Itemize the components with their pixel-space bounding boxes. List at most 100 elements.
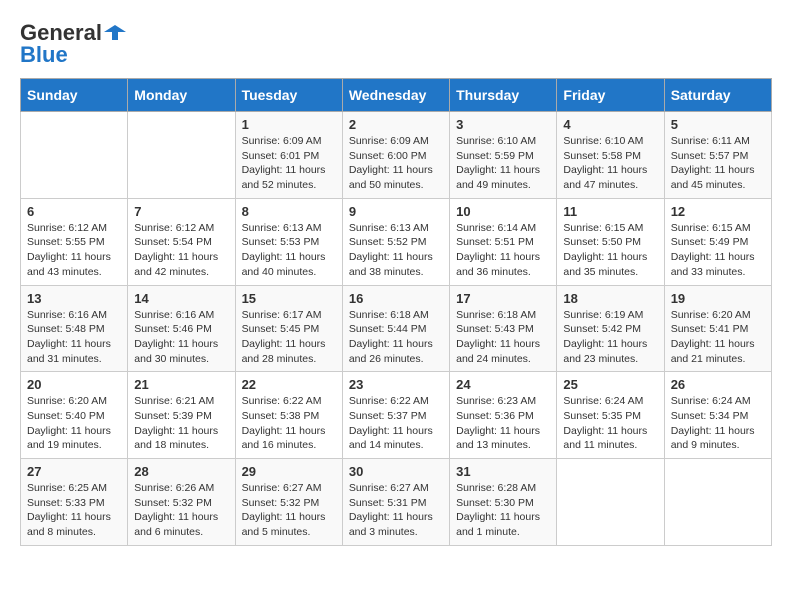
day-info: Sunrise: 6:17 AM Sunset: 5:45 PM Dayligh…: [242, 308, 336, 367]
calendar-cell: 14 Sunrise: 6:16 AM Sunset: 5:46 PM Dayl…: [128, 285, 235, 372]
day-info: Sunrise: 6:13 AM Sunset: 5:53 PM Dayligh…: [242, 221, 336, 280]
calendar-cell: 24 Sunrise: 6:23 AM Sunset: 5:36 PM Dayl…: [450, 372, 557, 459]
day-info: Sunrise: 6:22 AM Sunset: 5:38 PM Dayligh…: [242, 394, 336, 453]
logo: General Blue: [20, 20, 126, 68]
week-row-3: 13 Sunrise: 6:16 AM Sunset: 5:48 PM Dayl…: [21, 285, 772, 372]
day-number: 22: [242, 377, 336, 392]
calendar-cell: 28 Sunrise: 6:26 AM Sunset: 5:32 PM Dayl…: [128, 459, 235, 546]
calendar-cell: 7 Sunrise: 6:12 AM Sunset: 5:54 PM Dayli…: [128, 198, 235, 285]
calendar-cell: 2 Sunrise: 6:09 AM Sunset: 6:00 PM Dayli…: [342, 112, 449, 199]
calendar-cell: 25 Sunrise: 6:24 AM Sunset: 5:35 PM Dayl…: [557, 372, 664, 459]
col-header-friday: Friday: [557, 79, 664, 112]
calendar-cell: 30 Sunrise: 6:27 AM Sunset: 5:31 PM Dayl…: [342, 459, 449, 546]
day-info: Sunrise: 6:18 AM Sunset: 5:43 PM Dayligh…: [456, 308, 550, 367]
calendar-cell: 19 Sunrise: 6:20 AM Sunset: 5:41 PM Dayl…: [664, 285, 771, 372]
day-info: Sunrise: 6:10 AM Sunset: 5:58 PM Dayligh…: [563, 134, 657, 193]
day-number: 5: [671, 117, 765, 132]
calendar-cell: 20 Sunrise: 6:20 AM Sunset: 5:40 PM Dayl…: [21, 372, 128, 459]
day-number: 10: [456, 204, 550, 219]
day-info: Sunrise: 6:27 AM Sunset: 5:32 PM Dayligh…: [242, 481, 336, 540]
day-info: Sunrise: 6:24 AM Sunset: 5:35 PM Dayligh…: [563, 394, 657, 453]
calendar-cell: [557, 459, 664, 546]
calendar-cell: 4 Sunrise: 6:10 AM Sunset: 5:58 PM Dayli…: [557, 112, 664, 199]
day-info: Sunrise: 6:16 AM Sunset: 5:46 PM Dayligh…: [134, 308, 228, 367]
day-info: Sunrise: 6:22 AM Sunset: 5:37 PM Dayligh…: [349, 394, 443, 453]
day-number: 2: [349, 117, 443, 132]
calendar-cell: 27 Sunrise: 6:25 AM Sunset: 5:33 PM Dayl…: [21, 459, 128, 546]
day-number: 11: [563, 204, 657, 219]
calendar-cell: [128, 112, 235, 199]
col-header-tuesday: Tuesday: [235, 79, 342, 112]
day-number: 6: [27, 204, 121, 219]
calendar-cell: 13 Sunrise: 6:16 AM Sunset: 5:48 PM Dayl…: [21, 285, 128, 372]
day-number: 30: [349, 464, 443, 479]
day-number: 29: [242, 464, 336, 479]
day-number: 26: [671, 377, 765, 392]
day-info: Sunrise: 6:12 AM Sunset: 5:54 PM Dayligh…: [134, 221, 228, 280]
day-number: 19: [671, 291, 765, 306]
day-info: Sunrise: 6:25 AM Sunset: 5:33 PM Dayligh…: [27, 481, 121, 540]
calendar-cell: 8 Sunrise: 6:13 AM Sunset: 5:53 PM Dayli…: [235, 198, 342, 285]
calendar-cell: 5 Sunrise: 6:11 AM Sunset: 5:57 PM Dayli…: [664, 112, 771, 199]
week-row-1: 1 Sunrise: 6:09 AM Sunset: 6:01 PM Dayli…: [21, 112, 772, 199]
col-header-sunday: Sunday: [21, 79, 128, 112]
week-row-4: 20 Sunrise: 6:20 AM Sunset: 5:40 PM Dayl…: [21, 372, 772, 459]
calendar-cell: 11 Sunrise: 6:15 AM Sunset: 5:50 PM Dayl…: [557, 198, 664, 285]
day-number: 9: [349, 204, 443, 219]
calendar-cell: 12 Sunrise: 6:15 AM Sunset: 5:49 PM Dayl…: [664, 198, 771, 285]
day-number: 21: [134, 377, 228, 392]
day-number: 8: [242, 204, 336, 219]
calendar-cell: [21, 112, 128, 199]
day-number: 1: [242, 117, 336, 132]
calendar-cell: 15 Sunrise: 6:17 AM Sunset: 5:45 PM Dayl…: [235, 285, 342, 372]
calendar-cell: 1 Sunrise: 6:09 AM Sunset: 6:01 PM Dayli…: [235, 112, 342, 199]
calendar-table: SundayMondayTuesdayWednesdayThursdayFrid…: [20, 78, 772, 546]
page-header: General Blue: [20, 20, 772, 68]
calendar-cell: 16 Sunrise: 6:18 AM Sunset: 5:44 PM Dayl…: [342, 285, 449, 372]
day-number: 17: [456, 291, 550, 306]
day-number: 25: [563, 377, 657, 392]
day-info: Sunrise: 6:11 AM Sunset: 5:57 PM Dayligh…: [671, 134, 765, 193]
day-info: Sunrise: 6:10 AM Sunset: 5:59 PM Dayligh…: [456, 134, 550, 193]
calendar-cell: 26 Sunrise: 6:24 AM Sunset: 5:34 PM Dayl…: [664, 372, 771, 459]
day-info: Sunrise: 6:23 AM Sunset: 5:36 PM Dayligh…: [456, 394, 550, 453]
day-info: Sunrise: 6:14 AM Sunset: 5:51 PM Dayligh…: [456, 221, 550, 280]
calendar-cell: 31 Sunrise: 6:28 AM Sunset: 5:30 PM Dayl…: [450, 459, 557, 546]
day-number: 20: [27, 377, 121, 392]
col-header-wednesday: Wednesday: [342, 79, 449, 112]
day-number: 13: [27, 291, 121, 306]
calendar-cell: 3 Sunrise: 6:10 AM Sunset: 5:59 PM Dayli…: [450, 112, 557, 199]
day-number: 16: [349, 291, 443, 306]
logo-bird-icon: [104, 22, 126, 44]
day-info: Sunrise: 6:15 AM Sunset: 5:49 PM Dayligh…: [671, 221, 765, 280]
day-number: 4: [563, 117, 657, 132]
calendar-cell: 18 Sunrise: 6:19 AM Sunset: 5:42 PM Dayl…: [557, 285, 664, 372]
day-number: 15: [242, 291, 336, 306]
day-info: Sunrise: 6:12 AM Sunset: 5:55 PM Dayligh…: [27, 221, 121, 280]
day-number: 18: [563, 291, 657, 306]
day-number: 7: [134, 204, 228, 219]
day-number: 28: [134, 464, 228, 479]
day-number: 24: [456, 377, 550, 392]
calendar-cell: 21 Sunrise: 6:21 AM Sunset: 5:39 PM Dayl…: [128, 372, 235, 459]
week-row-5: 27 Sunrise: 6:25 AM Sunset: 5:33 PM Dayl…: [21, 459, 772, 546]
day-info: Sunrise: 6:28 AM Sunset: 5:30 PM Dayligh…: [456, 481, 550, 540]
calendar-cell: 22 Sunrise: 6:22 AM Sunset: 5:38 PM Dayl…: [235, 372, 342, 459]
day-info: Sunrise: 6:09 AM Sunset: 6:01 PM Dayligh…: [242, 134, 336, 193]
day-number: 3: [456, 117, 550, 132]
day-info: Sunrise: 6:20 AM Sunset: 5:41 PM Dayligh…: [671, 308, 765, 367]
day-info: Sunrise: 6:13 AM Sunset: 5:52 PM Dayligh…: [349, 221, 443, 280]
day-number: 12: [671, 204, 765, 219]
col-header-monday: Monday: [128, 79, 235, 112]
calendar-cell: [664, 459, 771, 546]
day-number: 27: [27, 464, 121, 479]
header-row: SundayMondayTuesdayWednesdayThursdayFrid…: [21, 79, 772, 112]
day-info: Sunrise: 6:19 AM Sunset: 5:42 PM Dayligh…: [563, 308, 657, 367]
day-info: Sunrise: 6:26 AM Sunset: 5:32 PM Dayligh…: [134, 481, 228, 540]
calendar-cell: 23 Sunrise: 6:22 AM Sunset: 5:37 PM Dayl…: [342, 372, 449, 459]
day-info: Sunrise: 6:15 AM Sunset: 5:50 PM Dayligh…: [563, 221, 657, 280]
col-header-thursday: Thursday: [450, 79, 557, 112]
day-info: Sunrise: 6:27 AM Sunset: 5:31 PM Dayligh…: [349, 481, 443, 540]
day-info: Sunrise: 6:09 AM Sunset: 6:00 PM Dayligh…: [349, 134, 443, 193]
calendar-cell: 9 Sunrise: 6:13 AM Sunset: 5:52 PM Dayli…: [342, 198, 449, 285]
